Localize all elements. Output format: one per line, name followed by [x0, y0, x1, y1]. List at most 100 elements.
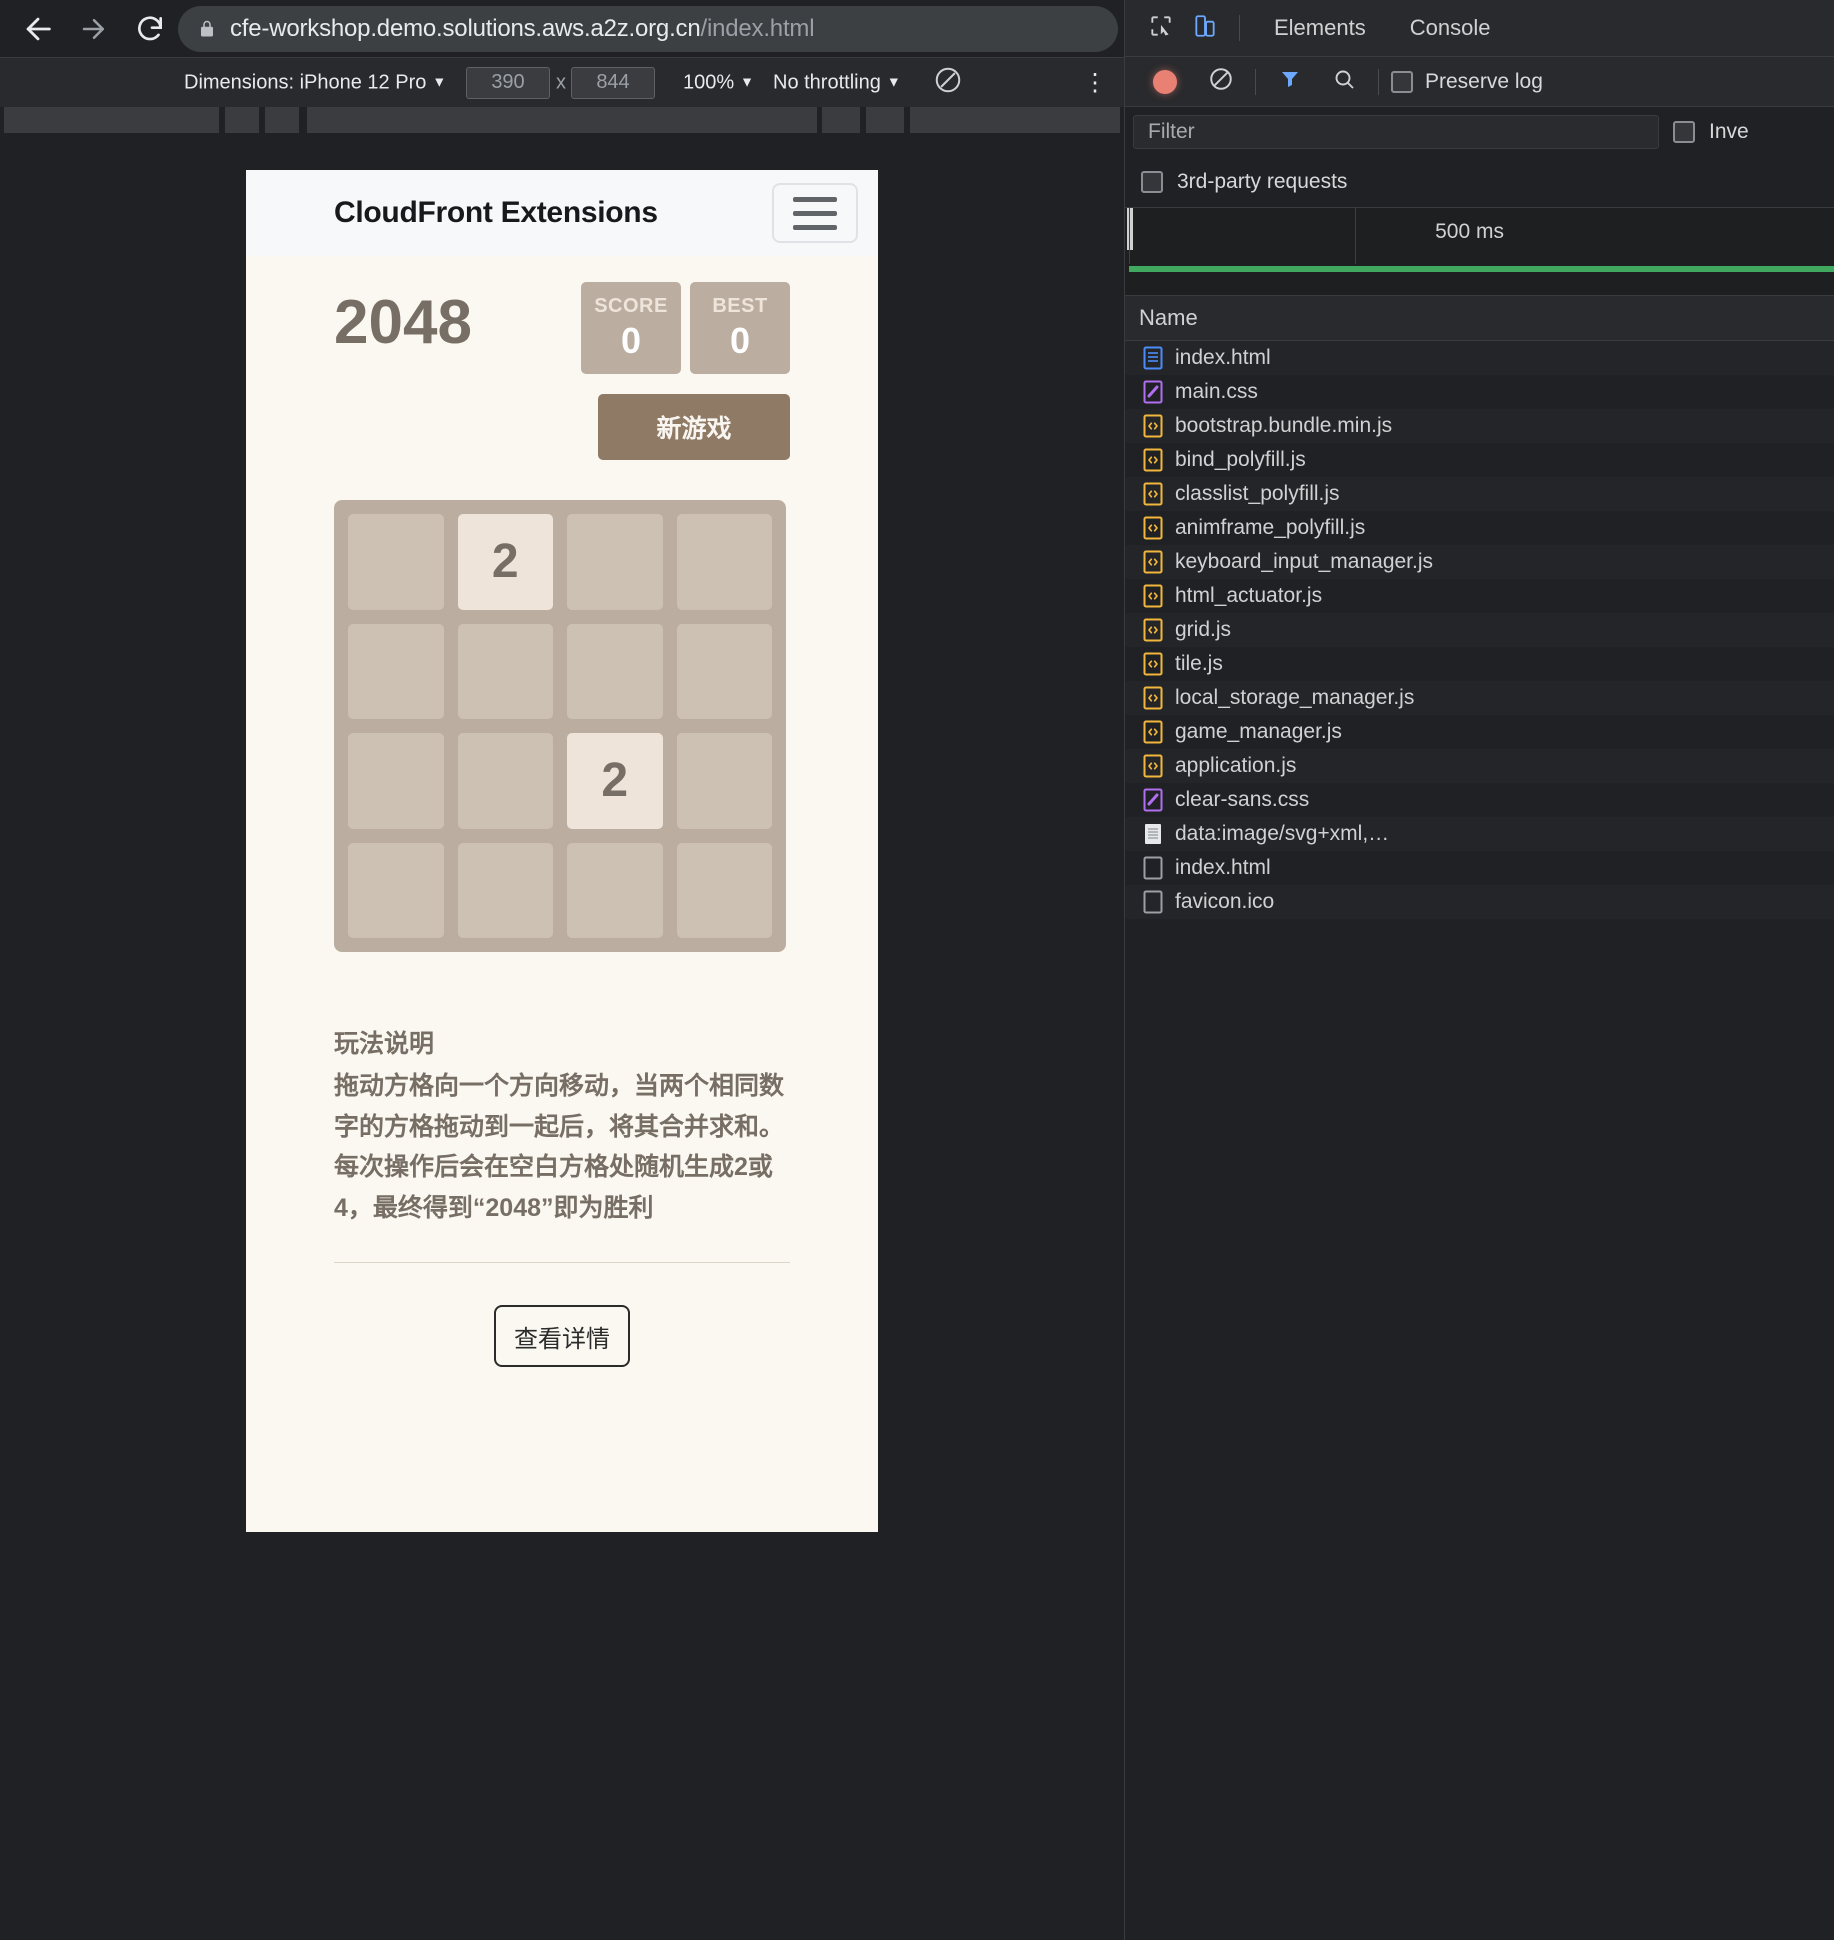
clear-network-log-button[interactable] [1199, 60, 1243, 104]
viewport-height-input[interactable]: 844 [571, 66, 655, 99]
grid-cell [348, 842, 444, 938]
network-request-name: bind_polyfill.js [1175, 448, 1306, 471]
script-icon [1143, 652, 1163, 676]
grid-cell [567, 514, 663, 610]
script-icon [1143, 482, 1163, 506]
preserve-log-label: Preserve log [1425, 69, 1543, 93]
toolbar-divider [1378, 68, 1379, 95]
reload-button[interactable] [122, 1, 178, 57]
network-request-row[interactable]: clear-sans.css [1125, 783, 1834, 817]
viewport-height-value: 844 [596, 71, 630, 93]
network-request-row[interactable]: game_manager.js [1125, 715, 1834, 749]
device-preset-selector[interactable]: Dimensions: iPhone 12 Pro ▼ [184, 71, 446, 94]
network-request-row[interactable]: main.css [1125, 375, 1834, 409]
network-request-row[interactable]: data:image/svg+xml,… [1125, 817, 1834, 851]
back-button[interactable] [10, 1, 66, 57]
third-party-row: 3rd-party requests [1125, 157, 1834, 207]
network-request-name: local_storage_manager.js [1175, 686, 1415, 709]
rotate-device-icon [933, 67, 963, 100]
viewport-width-input[interactable]: 390 [466, 66, 550, 99]
network-request-row[interactable]: bind_polyfill.js [1125, 443, 1834, 477]
hamburger-menu-icon-bar [793, 224, 837, 230]
grid-cell [348, 733, 444, 829]
network-request-name: index.html [1175, 346, 1271, 369]
network-overview-timeline[interactable]: 500 ms [1125, 207, 1834, 309]
network-request-row[interactable]: application.js [1125, 749, 1834, 783]
device-toolbar-icon [1192, 13, 1218, 44]
back-arrow-icon [21, 12, 55, 46]
grid-tile: 2 [457, 514, 553, 610]
more-options-icon: ⋮ [1083, 69, 1107, 96]
instructions-line: 每次操作后会在空白方格处随机生成2或 [334, 1153, 773, 1181]
chevron-down-icon: ▼ [886, 73, 901, 89]
throttling-selector[interactable]: No throttling ▼ [773, 71, 901, 94]
network-request-row[interactable]: index.html [1125, 341, 1834, 375]
filter-input[interactable]: Filter [1133, 115, 1659, 149]
instructions-line: 拖动方格向一个方向移动，当两个相同数 [334, 1072, 785, 1100]
game-grid[interactable]: 2 2 [334, 500, 786, 952]
network-request-list[interactable]: index.html main.css bootstrap.bundle.min.j… [1125, 341, 1834, 919]
tab-console[interactable]: Console [1388, 15, 1513, 41]
forward-button[interactable] [66, 1, 122, 57]
grid-cell [348, 623, 444, 719]
instructions-title: 玩法说明 [334, 1030, 435, 1058]
network-request-row[interactable]: local_storage_manager.js [1125, 681, 1834, 715]
grid-cell [348, 514, 444, 610]
url-host: cfe-workshop.demo.solutions.aws.a2z.org.… [230, 15, 701, 42]
image-icon [1143, 822, 1163, 846]
network-toolbar: Preserve log [1125, 57, 1834, 107]
throttling-label: No throttling [773, 71, 881, 93]
column-header-name: Name [1139, 305, 1198, 330]
view-detail-button[interactable]: 查看详情 [494, 1305, 630, 1367]
network-request-row[interactable]: html_actuator.js [1125, 579, 1834, 613]
network-request-name: html_actuator.js [1175, 584, 1323, 607]
filter-icon [1278, 67, 1302, 96]
network-request-name: tile.js [1175, 652, 1223, 675]
network-request-row[interactable]: bootstrap.bundle.min.js [1125, 409, 1834, 443]
third-party-requests-label: 3rd-party requests [1177, 170, 1348, 193]
tab-elements[interactable]: Elements [1252, 15, 1388, 41]
preserve-log-checkbox[interactable] [1391, 70, 1413, 93]
detail-button-row: 查看详情 [334, 1305, 790, 1367]
viewport-width-value: 390 [491, 71, 525, 93]
network-request-row[interactable]: index.html [1125, 851, 1834, 885]
grid-cell [676, 623, 772, 719]
network-request-row[interactable]: grid.js [1125, 613, 1834, 647]
grid-cell [676, 842, 772, 938]
search-button[interactable] [1322, 60, 1366, 104]
network-request-row[interactable]: favicon.ico [1125, 885, 1834, 919]
address-bar[interactable]: cfe-workshop.demo.solutions.aws.a2z.org.… [178, 6, 1118, 52]
best-score-box: BEST 0 [690, 282, 790, 374]
toolbar-divider [1255, 68, 1256, 95]
score-container: SCORE 0 BEST 0 [581, 276, 790, 374]
record-network-button[interactable] [1143, 60, 1187, 104]
page-title: CloudFront Extensions [334, 196, 658, 229]
grid-cell [567, 842, 663, 938]
script-icon [1143, 550, 1163, 574]
network-request-row[interactable]: tile.js [1125, 647, 1834, 681]
toggle-device-toolbar-button[interactable] [1183, 6, 1227, 50]
app-header: CloudFront Extensions [246, 170, 878, 256]
url-text: cfe-workshop.demo.solutions.aws.a2z.org.… [230, 15, 815, 43]
network-request-row[interactable]: classlist_polyfill.js [1125, 477, 1834, 511]
network-request-name: application.js [1175, 754, 1297, 777]
device-toolbar-more-button[interactable]: ⋮ [1083, 68, 1107, 97]
network-request-name: data:image/svg+xml,… [1175, 822, 1390, 845]
filter-toggle-button[interactable] [1268, 60, 1312, 104]
script-icon [1143, 618, 1163, 642]
third-party-requests-checkbox[interactable] [1141, 171, 1163, 193]
reload-icon [134, 13, 166, 45]
zoom-selector[interactable]: 100% ▼ [683, 71, 754, 94]
other-icon [1143, 890, 1163, 914]
invert-filter-checkbox[interactable] [1673, 121, 1695, 143]
rotate-device-button[interactable] [933, 65, 963, 101]
browser-toolbar: cfe-workshop.demo.solutions.aws.a2z.org.… [0, 0, 1124, 57]
new-game-button[interactable]: 新游戏 [598, 394, 790, 460]
device-preset-label: Dimensions: iPhone 12 Pro [184, 71, 427, 93]
hamburger-menu-button[interactable] [772, 183, 858, 243]
network-request-row[interactable]: keyboard_input_manager.js [1125, 545, 1834, 579]
grid-cell [457, 733, 553, 829]
inspect-element-button[interactable] [1139, 6, 1183, 50]
network-request-row[interactable]: animframe_polyfill.js [1125, 511, 1834, 545]
invert-filter-label: Inve [1709, 120, 1749, 143]
